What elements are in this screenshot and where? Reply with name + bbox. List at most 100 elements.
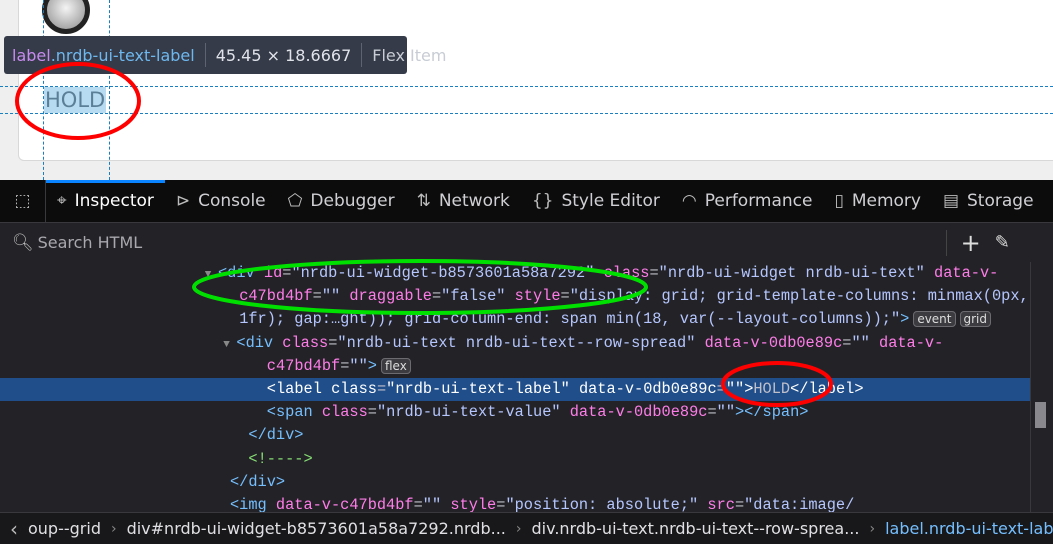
markup-token: <div	[218, 264, 264, 282]
hold-label[interactable]: HOLD	[44, 87, 107, 113]
tab-inspector[interactable]: ⌖ Inspector	[46, 180, 165, 222]
markup-token: draggable	[349, 287, 432, 306]
breadcrumb-item[interactable]: label.nrdb-ui-text-label	[885, 519, 1053, 538]
markup-token: ""	[422, 495, 451, 512]
markup-token: "nrdb-ui-text nrdb-ui-text--row-spread"	[337, 333, 705, 352]
tab-memory[interactable]: ▯ Memory	[823, 180, 932, 222]
markup-token: data-v-0db0e89c	[578, 379, 717, 398]
tab-style-editor[interactable]: {} Style Editor	[521, 180, 671, 222]
markup-token: =	[734, 495, 745, 512]
tab-debugger[interactable]: ⬠ Debugger	[277, 180, 406, 222]
markup-token: class	[603, 264, 650, 282]
tab-label: Storage	[967, 191, 1034, 211]
markup-token: =	[560, 287, 570, 306]
pick-element-icon: ⬚	[14, 191, 31, 211]
markup-node-line[interactable]: c47bd4bf=""> flex	[0, 355, 1030, 378]
markup-token: ""	[321, 287, 350, 306]
markup-token: <span	[266, 403, 322, 422]
tooltip-size: 45.45 × 18.6667	[215, 45, 352, 65]
markup-node-line[interactable]: <!---->	[0, 448, 1030, 471]
chevron-left-icon[interactable]: ‹	[0, 517, 28, 541]
highlighter-tooltip: label .nrdb-ui-text-label 45.45 × 18.6667…	[4, 36, 446, 74]
markup-token: =	[649, 264, 659, 282]
performance-icon: ◠	[681, 191, 697, 211]
markup-token: =	[716, 379, 726, 398]
expand-triangle-icon[interactable]: ▼	[205, 269, 218, 281]
markup-node-line[interactable]: </div>	[0, 424, 1030, 447]
markup-token: </label>	[790, 379, 864, 398]
widget-card	[18, 0, 1053, 161]
markup-token: <label	[266, 379, 332, 398]
markup-node-line[interactable]: c47bd4bf="" draggable="false" style="dis…	[0, 285, 1030, 308]
markup-token: 1fr); gap:…ght)); grid-column-end: span …	[239, 310, 901, 329]
tab-label: Memory	[851, 191, 921, 211]
tooltip-tag: label	[12, 45, 51, 65]
markup-token: data-v-	[934, 264, 999, 282]
breadcrumb-item[interactable]: div#nrdb-ui-widget-b8573601a58a7292.nrdb…	[127, 519, 506, 538]
markup-token: "display: grid; grid-template-columns: m…	[569, 287, 1029, 306]
markup-token: =	[431, 287, 442, 306]
markup-node-line[interactable]: <span class="nrdb-ui-text-value" data-v-…	[0, 401, 1030, 424]
storage-icon: ▤	[942, 191, 960, 211]
markup-token: c47bd4bf	[239, 287, 313, 306]
devtools-toolbar: ⬚ ⌖ Inspector ⊳ Console ⬠ Debugger ⇅ Network {} S…	[0, 180, 1053, 222]
eyedropper-icon[interactable]: ✎	[995, 232, 1010, 253]
breadcrumb-item[interactable]: oup--grid	[28, 519, 101, 538]
scrollbar[interactable]	[1030, 262, 1053, 512]
style-editor-icon: {}	[531, 191, 554, 211]
markup-view: ▼ <div id = "nrdb-ui-widget-b8573601a58a72…	[0, 262, 1030, 512]
tab-label: Network	[438, 191, 510, 211]
badge-grid[interactable]: grid	[959, 311, 992, 328]
inspector-icon: ⌖	[57, 191, 67, 211]
markup-node-line[interactable]: ▼ <div id = "nrdb-ui-widget-b8573601a58a72…	[0, 262, 1030, 285]
markup-node-line[interactable]: <img data-v-c47bd4bf="" style="position:…	[0, 494, 1030, 512]
scrollbar-thumb[interactable]	[1035, 402, 1046, 428]
tab-label: Performance	[704, 191, 813, 211]
markup-token: >	[900, 310, 910, 329]
markup-token: style	[514, 287, 561, 306]
markup-token: >	[744, 379, 754, 398]
tooltip-type: Flex Item	[372, 45, 447, 65]
markup-token: "nrdb-ui-widget-b8573601a58a7292"	[291, 264, 604, 282]
markup-token: class	[282, 333, 329, 352]
markup-token: data-v-c47bd4bf	[275, 495, 414, 512]
tab-storage[interactable]: ▤ Storage	[932, 180, 1045, 222]
markup-token: class	[321, 403, 368, 422]
breadcrumb-separator-icon: ›	[515, 520, 522, 537]
search-bar: 🔍︎ + ✎	[0, 222, 1053, 262]
badge-event[interactable]: event	[913, 311, 956, 328]
tab-performance[interactable]: ◠ Performance	[671, 180, 824, 222]
markup-node-line[interactable]: 1fr); gap:…ght)); grid-column-end: span …	[0, 308, 1030, 331]
markup-token: =	[413, 495, 423, 512]
markup-token: id	[263, 264, 283, 282]
tab-label: Style Editor	[561, 191, 660, 211]
guide-line	[0, 86, 1053, 87]
markup-token: HOLD	[753, 379, 791, 398]
search-html-input[interactable]	[37, 233, 938, 252]
markup-token: =	[376, 379, 387, 398]
breadcrumb-separator-icon: ›	[110, 520, 117, 537]
markup-token: ></span>	[735, 403, 809, 422]
element-picker-button[interactable]: ⬚	[0, 180, 46, 222]
markup-token: ""	[851, 333, 880, 352]
markup-token: "nrdb-ui-text-value"	[376, 403, 570, 422]
markup-token: "nrdb-ui-text-label"	[386, 379, 579, 398]
guide-line	[0, 113, 1053, 114]
markup-token: data-v-	[879, 333, 944, 352]
breadcrumb: ‹ oup--grid › div#nrdb-ui-widget-b8573601a…	[0, 512, 1053, 544]
markup-token: <div	[236, 333, 283, 352]
markup-token: <img	[230, 495, 276, 512]
markup-node-line[interactable]: ▼ <div class="nrdb-ui-text nrdb-ui-text-…	[0, 332, 1030, 355]
markup-token: "position: absolute;"	[505, 495, 708, 512]
markup-token: <!---->	[248, 449, 313, 468]
markup-token: >	[367, 356, 377, 375]
breadcrumb-item[interactable]: div.nrdb-ui-text.nrdb-ui-text--row-sprea…	[531, 519, 859, 538]
tab-console[interactable]: ⊳ Console	[165, 180, 277, 222]
markup-node-line[interactable]: <label class="nrdb-ui-text-label" data-v…	[0, 377, 1030, 402]
expand-triangle-icon[interactable]: ▼	[223, 339, 236, 351]
add-node-icon[interactable]: +	[961, 229, 981, 257]
markup-node-line[interactable]: </div>	[0, 471, 1030, 494]
badge-flex[interactable]: flex	[380, 357, 411, 374]
markup-token: ""	[725, 379, 745, 398]
tab-network[interactable]: ⇅ Network	[406, 180, 521, 222]
